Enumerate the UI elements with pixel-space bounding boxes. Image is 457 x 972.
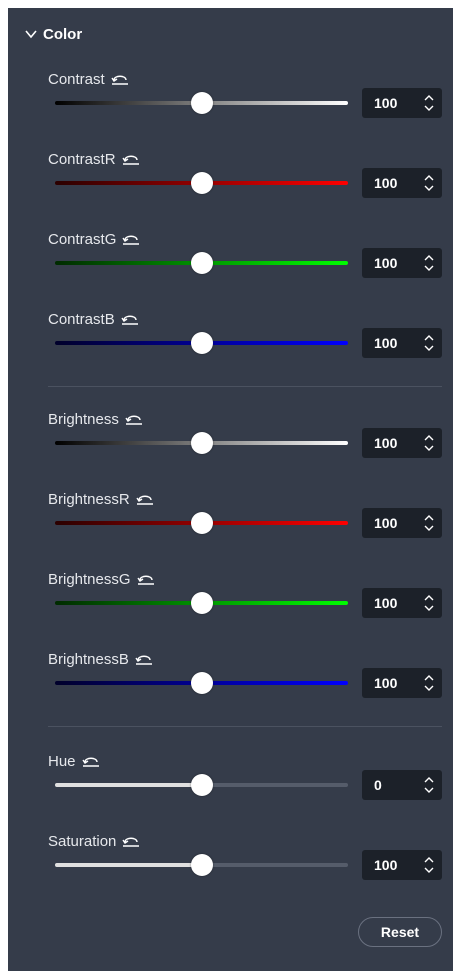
reset-value-icon[interactable]: [125, 412, 143, 426]
value-spinbox[interactable]: 100: [362, 88, 442, 118]
stepper-arrows-icon[interactable]: [424, 334, 434, 352]
slider-thumb[interactable]: [190, 592, 213, 614]
value-spinbox[interactable]: 100: [362, 428, 442, 458]
value-spinbox[interactable]: 100: [362, 168, 442, 198]
slider-row-brightnessb: BrightnessB 100: [8, 650, 453, 710]
value-spinbox[interactable]: 100: [362, 588, 442, 618]
slider-row-brightnessg: BrightnessG 100: [8, 570, 453, 630]
slider-label: ContrastB: [48, 310, 115, 328]
color-section-header[interactable]: Color: [24, 24, 82, 44]
value-spinbox[interactable]: 100: [362, 328, 442, 358]
spinbox-value: 100: [374, 175, 398, 191]
reset-value-icon[interactable]: [121, 152, 140, 166]
chevron-down-icon: [25, 30, 37, 39]
reset-value-icon[interactable]: [122, 834, 140, 848]
slider-label: ContrastR: [48, 150, 116, 168]
spinbox-value: 100: [374, 255, 398, 271]
slider-label-line: ContrastR: [48, 150, 140, 168]
slider-label: Contrast: [48, 70, 105, 88]
reset-button-label: Reset: [380, 924, 420, 940]
slider-label-line: Hue: [48, 752, 100, 770]
section-title: Color: [43, 25, 83, 43]
slider-row-contrastb: ContrastB 100: [8, 310, 453, 370]
slider-row-contrastg: ContrastG 100: [8, 230, 453, 290]
spinbox-value: 100: [374, 95, 398, 111]
spinbox-value: 100: [374, 515, 398, 531]
reset-value-icon[interactable]: [81, 754, 100, 768]
slider-label: BrightnessR: [48, 490, 130, 508]
slider-thumb[interactable]: [190, 512, 213, 534]
slider-label: ContrastG: [48, 230, 117, 248]
slider-thumb[interactable]: [190, 172, 213, 194]
divider: [48, 726, 442, 727]
slider-label: Saturation: [48, 832, 117, 850]
slider-row-saturation: Saturation 100: [8, 832, 453, 892]
reset-value-icon[interactable]: [136, 572, 155, 586]
spinbox-value: 100: [374, 595, 398, 611]
slider-label-line: Saturation: [48, 832, 140, 850]
stepper-arrows-icon[interactable]: [424, 776, 434, 794]
slider-thumb[interactable]: [190, 92, 213, 114]
spinbox-value: 0: [374, 777, 382, 793]
stepper-arrows-icon[interactable]: [424, 434, 434, 452]
value-spinbox[interactable]: 0: [362, 770, 442, 800]
slider-label-line: BrightnessB: [48, 650, 153, 668]
reset-value-icon[interactable]: [122, 232, 140, 246]
slider-label-line: BrightnessG: [48, 570, 155, 588]
slider-label: BrightnessB: [48, 650, 129, 668]
slider-label-line: Brightness: [48, 410, 143, 428]
value-spinbox[interactable]: 100: [362, 850, 442, 880]
stepper-arrows-icon[interactable]: [424, 674, 434, 692]
slider-thumb[interactable]: [190, 332, 213, 354]
reset-value-icon[interactable]: [121, 312, 139, 326]
reset-value-icon[interactable]: [136, 492, 154, 506]
slider-row-contrastr: ContrastR 100: [8, 150, 453, 210]
slider-row-brightnessr: BrightnessR 100: [8, 490, 453, 550]
slider-thumb[interactable]: [190, 252, 213, 274]
spinbox-value: 100: [374, 675, 398, 691]
slider-label-line: ContrastG: [48, 230, 140, 248]
stepper-arrows-icon[interactable]: [424, 514, 434, 532]
slider-row-brightness: Brightness 100: [8, 410, 453, 470]
spinbox-value: 100: [374, 857, 398, 873]
slider-thumb[interactable]: [190, 854, 213, 876]
slider-thumb[interactable]: [190, 432, 213, 454]
slider-thumb[interactable]: [190, 672, 213, 694]
spinbox-value: 100: [374, 435, 398, 451]
spinbox-value: 100: [374, 335, 398, 351]
slider-thumb[interactable]: [190, 774, 213, 796]
reset-button[interactable]: Reset: [358, 917, 442, 947]
reset-value-icon[interactable]: [135, 652, 153, 666]
value-spinbox[interactable]: 100: [362, 248, 442, 278]
stepper-arrows-icon[interactable]: [424, 254, 434, 272]
slider-label-line: Contrast: [48, 70, 129, 88]
slider-row-hue: Hue 0: [8, 752, 453, 812]
slider-label: Brightness: [48, 410, 119, 428]
value-spinbox[interactable]: 100: [362, 508, 442, 538]
slider-label: Hue: [48, 752, 76, 770]
slider-label-line: ContrastB: [48, 310, 139, 328]
slider-label: BrightnessG: [48, 570, 131, 588]
reset-value-icon[interactable]: [111, 72, 129, 86]
value-spinbox[interactable]: 100: [362, 668, 442, 698]
stepper-arrows-icon[interactable]: [424, 94, 434, 112]
divider: [48, 386, 442, 387]
stepper-arrows-icon[interactable]: [424, 174, 434, 192]
color-panel: Color Contrast 100 ContrastR 100 ContrastG 10…: [8, 8, 453, 971]
slider-label-line: BrightnessR: [48, 490, 154, 508]
slider-row-contrast: Contrast 100: [8, 70, 453, 130]
stepper-arrows-icon[interactable]: [424, 594, 434, 612]
stepper-arrows-icon[interactable]: [424, 856, 434, 874]
